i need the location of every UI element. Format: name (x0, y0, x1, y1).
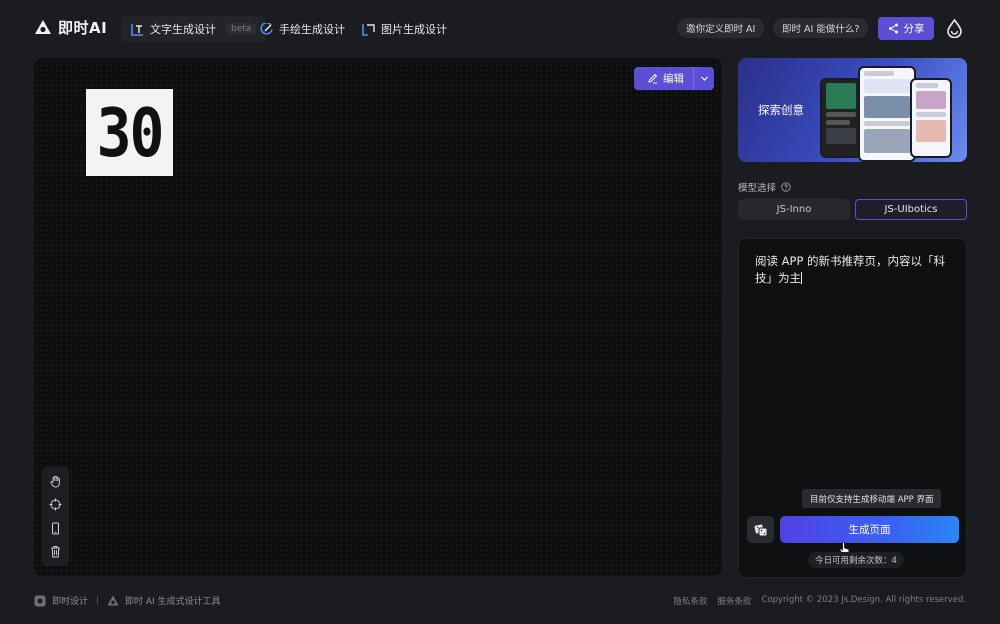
random-prompt-button[interactable] (747, 516, 774, 543)
canvas-toolbar (42, 467, 69, 566)
crosshair-icon[interactable] (49, 498, 62, 511)
edit-dropdown[interactable] (694, 74, 714, 83)
prompt-text: 阅读 APP 的新书推荐页，内容以「科技」为主 (755, 254, 946, 285)
explore-banner[interactable]: 探索创意 (738, 58, 967, 162)
footer-tool-name[interactable]: 即时 AI 生成式设计工具 (125, 594, 221, 607)
banner-text: 探索创意 (758, 103, 804, 117)
terms-link[interactable]: 服务条款 (717, 595, 751, 607)
pencil-icon (648, 73, 658, 84)
dice-icon (754, 524, 767, 536)
mobile-device-icon[interactable] (49, 522, 62, 535)
ai-logo-icon (107, 595, 119, 605)
tab-sketch-design[interactable]: 手绘生成设计 (250, 16, 355, 42)
tab-text-design-label: 文字生成设计 (150, 23, 216, 36)
share-icon (888, 23, 898, 34)
invite-button[interactable]: 邀你定义即时 AI (677, 18, 765, 38)
brand-name: 即时AI (58, 19, 108, 37)
model-label-text: 模型选择 (738, 183, 777, 194)
brand-logo[interactable]: 即时AI (34, 17, 107, 38)
tab-image-design-label: 图片生成设计 (381, 23, 447, 36)
help-icon[interactable] (781, 182, 791, 192)
text-design-icon (131, 23, 143, 36)
footer-brand-name[interactable]: 即时设计 (52, 594, 88, 607)
tab-image-design[interactable]: 图片生成设计 (352, 16, 457, 42)
trash-icon[interactable] (49, 545, 62, 558)
footer-divider (97, 596, 99, 605)
image-design-icon (362, 23, 375, 36)
brand-logo-icon (35, 19, 51, 34)
generate-page-button[interactable]: 生成页面 (780, 516, 959, 543)
design-canvas[interactable]: 30 编辑 (34, 58, 722, 576)
model-option-uibotics[interactable]: JS-UIbotics (855, 199, 967, 220)
privacy-link[interactable]: 隐私条款 (673, 595, 707, 607)
share-button[interactable]: 分享 (878, 17, 934, 40)
drop-logo-icon[interactable] (946, 19, 963, 38)
sketch-icon (260, 22, 273, 35)
banner-phone-mockup (858, 66, 916, 162)
remaining-count: 今日可用剩余次数：4 (808, 552, 904, 568)
share-label: 分享 (903, 23, 925, 35)
footer-brand: 即时设计 即时 AI 生成式设计工具 (34, 594, 221, 607)
top-header: 即时AI 文字生成设计 beta 手绘生成设计 图片生成设计 邀你定义即时 AI… (0, 0, 1000, 56)
support-tooltip: 目前仅支持生成移动端 APP 界面 (802, 489, 942, 508)
banner-phone-mockup (820, 78, 862, 158)
chevron-down-icon (700, 76, 708, 81)
banner-phone-mockup (910, 78, 952, 158)
text-cursor (801, 272, 802, 284)
hand-icon[interactable] (49, 475, 62, 488)
prompt-panel: 阅读 APP 的新书推荐页，内容以「科技」为主 目前仅支持生成移动端 APP 界… (738, 238, 967, 578)
edit-main[interactable]: 编辑 (634, 71, 693, 86)
edit-label: 编辑 (663, 73, 684, 85)
edit-button[interactable]: 编辑 (634, 67, 714, 90)
prompt-input[interactable]: 阅读 APP 的新书推荐页，内容以「科技」为主 (755, 253, 955, 287)
model-option-inno[interactable]: JS-Inno (738, 199, 850, 220)
jsdesign-logo-icon (34, 595, 46, 606)
features-button[interactable]: 即时 AI 能做什么? (773, 18, 869, 38)
generated-thumbnail[interactable]: 30 (86, 89, 173, 176)
copyright-text: Copyright © 2023 Js.Design. All rights r… (761, 595, 966, 605)
thumbnail-number: 30 (96, 93, 165, 172)
tab-text-design[interactable]: 文字生成设计 beta (121, 16, 267, 42)
footer-links: 隐私条款 服务条款 Copyright © 2023 Js.Design. Al… (673, 595, 966, 607)
model-select-label: 模型选择 (738, 180, 791, 194)
tab-sketch-design-label: 手绘生成设计 (279, 23, 345, 36)
